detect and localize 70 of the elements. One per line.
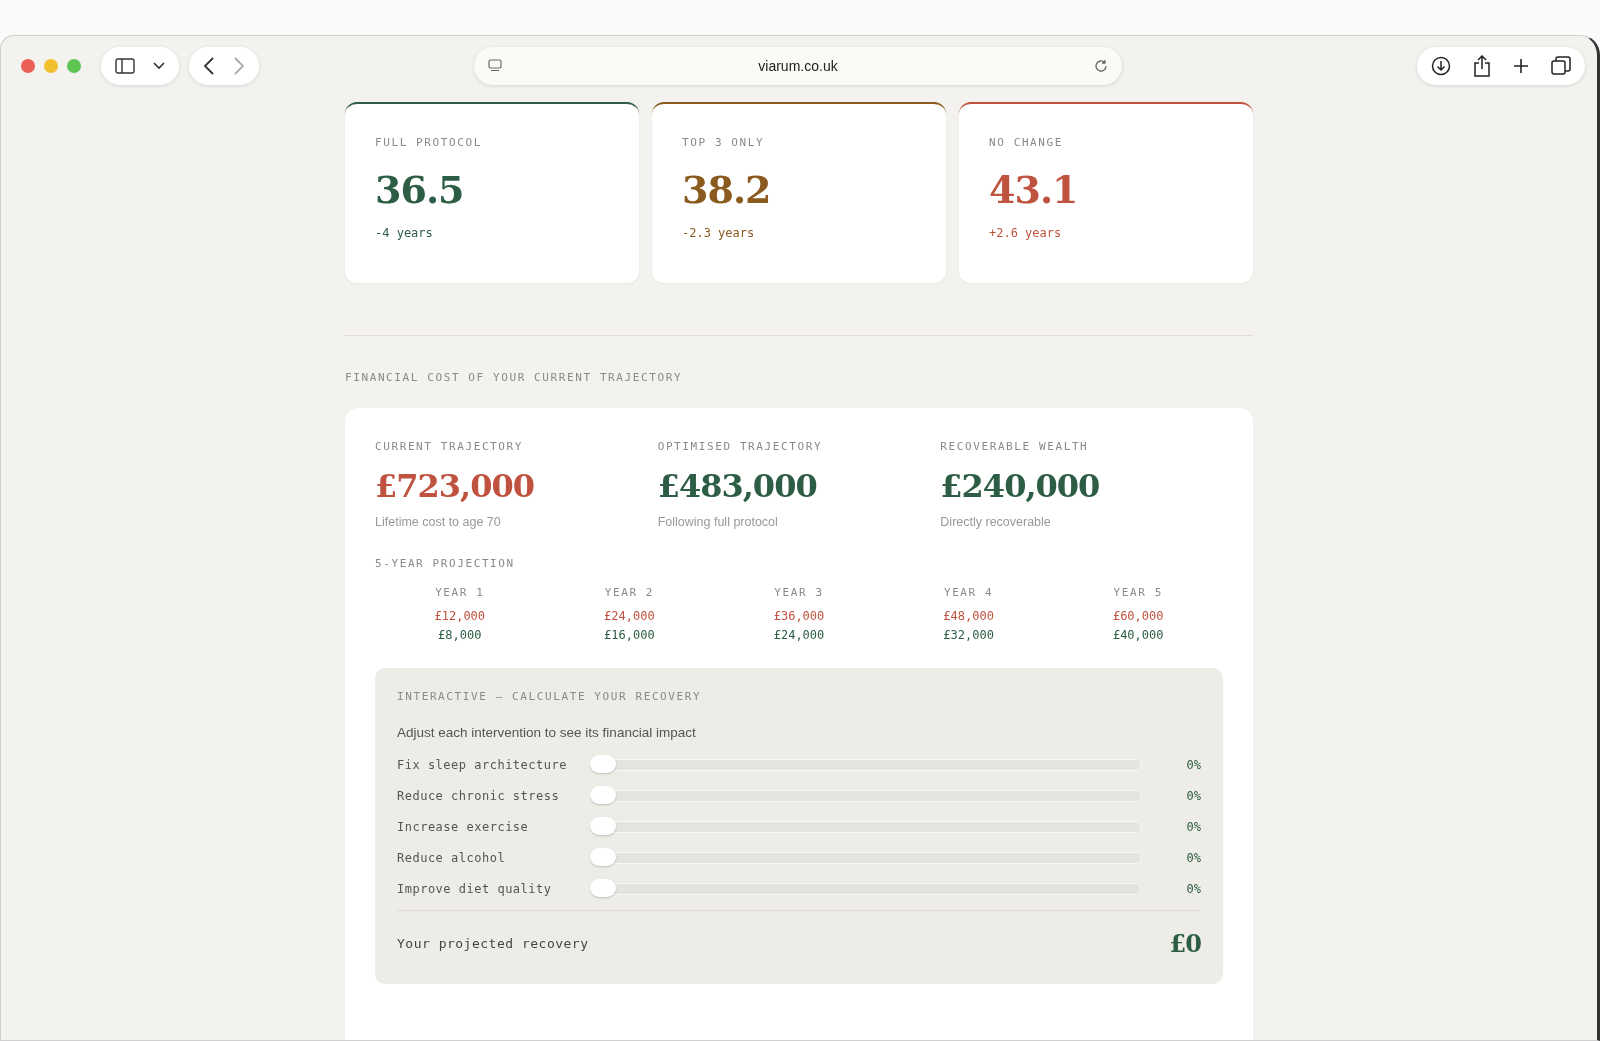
result-label: Your projected recovery: [397, 936, 589, 951]
metric-caption: Following full protocol: [657, 515, 778, 529]
current-cost: £60,000: [1112, 609, 1164, 623]
optimised-cost: £16,000: [604, 628, 655, 642]
metric-value: £240,000: [940, 467, 1100, 505]
slider-thumb[interactable]: [590, 755, 616, 773]
section-heading: FINANCIAL COST OF YOUR CURRENT TRAJECTORY: [345, 371, 683, 384]
slider-label: Fix sleep architecture: [397, 758, 568, 772]
metric-caption: Lifetime cost to age 70: [375, 515, 501, 529]
metric-caption: Directly recoverable: [940, 515, 1051, 529]
current-cost: £12,000: [434, 609, 486, 623]
slider-label: Increase exercise: [397, 820, 530, 834]
reload-icon[interactable]: [1094, 59, 1108, 73]
current-cost: £48,000: [943, 609, 994, 623]
optimised-cost: £24,000: [773, 628, 825, 642]
zoom-window-button[interactable]: [67, 59, 81, 73]
projection-heading: 5-YEAR PROJECTION: [375, 557, 515, 570]
slider-thumb[interactable]: [590, 786, 616, 804]
back-icon[interactable]: [203, 57, 215, 75]
card-label: NO CHANGE: [989, 136, 1063, 149]
card-value: 43.1: [989, 167, 1078, 212]
optimised-cost: £40,000: [1112, 628, 1164, 642]
card-delta: +2.6 years: [989, 226, 1062, 240]
card-label: TOP 3 ONLY: [682, 136, 765, 149]
current-cost: £36,000: [773, 609, 825, 623]
slider-reading: 0%: [1186, 789, 1201, 803]
page-icon: [488, 59, 502, 73]
slider-thumb[interactable]: [590, 848, 616, 866]
slider-reading: 0%: [1186, 820, 1201, 834]
calculator-heading: INTERACTIVE — CALCULATE YOUR RECOVERY: [397, 690, 702, 703]
year-label: YEAR 4: [943, 586, 994, 599]
metric-label: OPTIMISED TRAJECTORY: [657, 440, 823, 453]
slider-thumb[interactable]: [590, 817, 616, 835]
optimised-cost: £8,000: [438, 628, 482, 642]
new-tab-icon[interactable]: [1513, 58, 1529, 74]
slider-reading: 0%: [1186, 851, 1201, 865]
metric-value: £723,000: [375, 467, 534, 505]
chevron-down-icon: [153, 62, 165, 70]
slider-label: Improve diet quality: [397, 882, 553, 896]
current-cost: £24,000: [604, 609, 655, 623]
address-bar[interactable]: viarum.co.uk: [474, 47, 1122, 85]
url-text: viarum.co.uk: [757, 58, 839, 74]
slider-thumb[interactable]: [590, 879, 616, 897]
metric-value: £483,000: [657, 467, 817, 505]
share-icon[interactable]: [1473, 55, 1491, 77]
slider-label: Reduce alcohol: [397, 851, 507, 865]
card-delta: -2.3 years: [682, 226, 755, 240]
download-icon[interactable]: [1431, 56, 1451, 76]
result-value: £0: [1169, 929, 1201, 958]
metric-label: RECOVERABLE WEALTH: [940, 440, 1089, 453]
tabs-overview-icon[interactable]: [1551, 56, 1571, 76]
card-label: FULL PROTOCOL: [375, 136, 482, 149]
year-label: YEAR 1: [435, 586, 485, 599]
optimised-cost: £32,000: [943, 628, 994, 642]
forward-icon[interactable]: [233, 57, 245, 75]
year-label: YEAR 2: [604, 586, 655, 599]
slider-reading: 0%: [1186, 758, 1201, 772]
metric-label: CURRENT TRAJECTORY: [375, 440, 523, 453]
card-delta: -4 years: [375, 226, 433, 240]
year-label: YEAR 3: [774, 586, 824, 599]
card-value: 38.2: [682, 167, 771, 212]
sidebar-button[interactable]: [101, 47, 179, 85]
slider-label: Reduce chronic stress: [397, 789, 561, 803]
minimize-window-button[interactable]: [44, 59, 58, 73]
year-label: YEAR 5: [1113, 586, 1163, 599]
calculator-intro: Adjust each intervention to see its financial impact: [397, 725, 696, 740]
slider-reading: 0%: [1186, 882, 1201, 896]
card-value: 36.5: [375, 167, 464, 212]
close-window-button[interactable]: [21, 59, 35, 73]
sidebar-icon: [115, 58, 135, 74]
